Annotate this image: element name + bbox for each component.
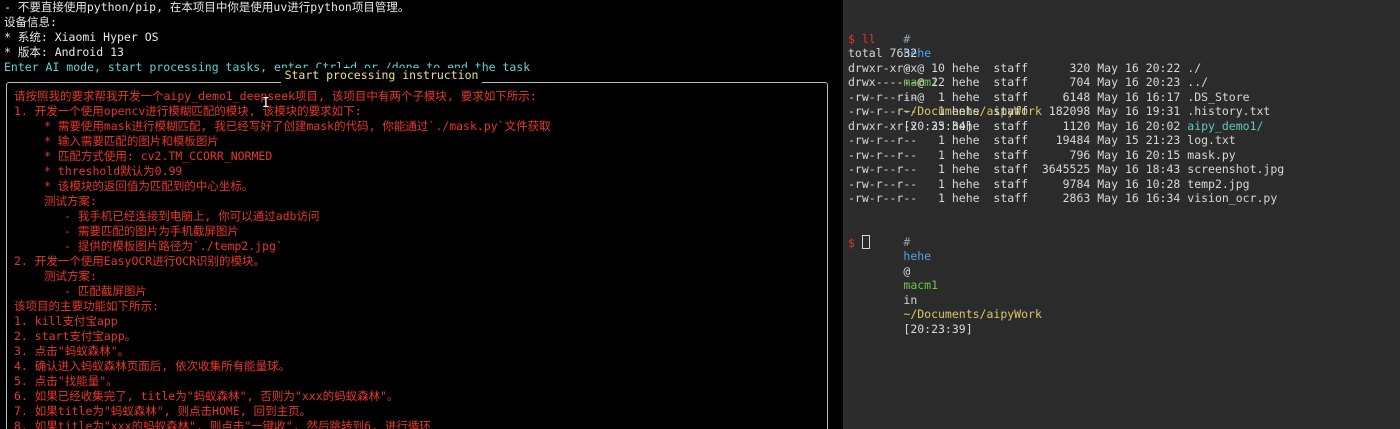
file-name: ./ — [1187, 60, 1202, 75]
file-meta: -rw-r--r-- 1 hehe staff 9784 May 16 10:2… — [848, 176, 1188, 191]
file-listing-row: -rw-r--r--@ 1 hehe staff 6148 May 16 16:… — [848, 90, 1284, 105]
file-name: screenshot.jpg — [1187, 162, 1285, 176]
file-listing: drwxr-xr-x@ 10 hehe staff 320 May 16 20:… — [848, 61, 1284, 206]
instruction-line: * 需要使用mask进行模糊匹配, 我已经写好了创建mask的代码, 你能通过`… — [44, 119, 551, 133]
header-line: 设备信息: — [4, 15, 57, 29]
file-meta: -rw-r--r--@ 1 hehe staff 6148 May 16 16:… — [848, 89, 1188, 104]
instruction-panel-title-wrap: Start processing instruction — [0, 68, 843, 83]
file-meta: -rw-r--r-- 1 hehe staff 796 May 16 20:15 — [848, 147, 1188, 162]
file-meta: drwx------@ 22 hehe staff 704 May 16 20:… — [848, 75, 1188, 89]
file-listing-row: -rw-r--r-- 1 hehe staff 3645525 May 16 1… — [848, 162, 1284, 177]
file-name: mask.py — [1187, 147, 1236, 162]
instruction-line: 2. start支付宝app。 — [14, 329, 137, 343]
file-listing-row: drwx------@ 22 hehe staff 704 May 16 20:… — [848, 75, 1284, 90]
instruction-line: 8. 如果title为"xxx的蚂蚁森林", 则点击"一键收", 然后跳转到6,… — [14, 419, 431, 429]
instruction-line: 5. 点击"找能量"。 — [14, 374, 118, 388]
terminal-block-cursor-icon — [861, 234, 870, 249]
file-listing-row: drwxr-xr-x@ 10 hehe staff 320 May 16 20:… — [848, 61, 1284, 76]
command-line: $ ll — [848, 32, 1284, 47]
file-meta: -rw-r--r-- 1 hehe staff 19484 May 15 21:… — [848, 133, 1188, 147]
header-line: * 系统: Xiaomi Hyper OS — [4, 30, 159, 44]
instruction-line: 测试方案: — [44, 194, 97, 208]
instruction-line: * threshold默认为0.99 — [44, 164, 183, 178]
instruction-panel-title: Start processing instruction — [280, 68, 483, 83]
input-line[interactable]: $ — [848, 234, 1284, 250]
file-listing-row: -rw-r--r-- 1 hehe staff 9784 May 16 10:2… — [848, 177, 1284, 192]
prompt-in: in — [903, 292, 918, 307]
screen: - 不要直接使用python/pip, 在本项目中你是使用uv进行python项… — [0, 0, 1400, 429]
instruction-line: 该项目的主要功能如下所示: — [14, 299, 159, 313]
instruction-line: - 提供的模板图片路径为`./temp2.jpg` — [64, 239, 283, 253]
instruction-line: 1. 开发一个使用opencv进行模糊匹配的模块, 该模块的要求如下: — [14, 104, 362, 118]
file-meta: drwxr-xr-x 35 hehe staff 1120 May 16 20:… — [848, 118, 1188, 133]
prompt-user: hehe — [903, 249, 932, 263]
header-lines: - 不要直接使用python/pip, 在本项目中你是使用uv进行python项… — [0, 0, 843, 60]
prompt-hash: # — [903, 31, 911, 46]
instruction-line: - 我手机已经连接到电脑上, 你可以通过adb访问 — [64, 209, 320, 223]
header-line: * 版本: Android 13 — [4, 45, 124, 59]
instruction-line: 2. 开发一个使用EasyOCR进行OCR识别的模块。 — [14, 254, 266, 268]
file-name: .DS_Store — [1187, 89, 1250, 104]
instruction-line: 测试方案: — [44, 269, 97, 283]
file-meta: drwxr-xr-x@ 10 hehe staff 320 May 16 20:… — [848, 60, 1188, 75]
file-name: log.txt — [1187, 133, 1236, 147]
file-listing-row: drwxr-xr-x 35 hehe staff 1120 May 16 20:… — [848, 119, 1284, 134]
file-listing-row: -rw-r--r-- 1 hehe staff 796 May 16 20:15… — [848, 148, 1284, 163]
file-listing-row: -rw-r--r-- 1 hehe staff 19484 May 15 21:… — [848, 133, 1284, 148]
file-meta: -rw-r--r-- 1 hehe staff 3645525 May 16 1… — [848, 162, 1188, 176]
right-terminal-pane[interactable]: # hehe @ macm1 in ~/Documents/aipyWork [… — [846, 0, 1400, 429]
right-terminal-output: # hehe @ macm1 in ~/Documents/aipyWork [… — [846, 17, 1284, 336]
instruction-line: 3. 点击"蚂蚁森林"。 — [14, 344, 130, 358]
instruction-panel-body: 请按照我的要求帮我开发一个aipy_demo1_deepseek项目, 该项目中… — [14, 89, 824, 429]
file-name: .history.txt — [1187, 104, 1271, 118]
text-cursor-ibeam-icon: I — [262, 96, 270, 111]
file-name: temp2.jpg — [1187, 176, 1250, 191]
file-listing-row: -rw-r--r-- 1 hehe staff 2863 May 16 16:3… — [848, 191, 1284, 206]
instruction-line: * 输入需要匹配的图片和模板图片 — [44, 134, 219, 148]
file-name: vision_ocr.py — [1187, 191, 1278, 205]
instruction-line: 请按照我的要求帮我开发一个aipy_demo1_deepseek项目, 该项目中… — [14, 89, 537, 103]
instruction-line: 1. kill支付宝app — [14, 314, 118, 328]
prompt-at: @ — [903, 263, 911, 278]
instruction-line: * 该模块的返回值为匹配到的中心坐标。 — [44, 179, 254, 193]
instruction-line: 4. 确认进入蚂蚁森林页面后, 依次收集所有能量球。 — [14, 359, 291, 373]
instruction-line: 7. 如果title为"蚂蚁森林", 则点击HOME, 回到主页。 — [14, 404, 312, 418]
prompt-line-1: # hehe @ macm1 in ~/Documents/aipyWork [… — [848, 17, 1284, 133]
prompt-path: ~/Documents/aipyWork — [903, 307, 1042, 321]
instruction-line: * 匹配方式使用: cv2.TM_CCORR_NORMED — [44, 149, 273, 163]
total-line: total 7632 — [848, 46, 918, 60]
instruction-line: - 匹配截屏图片 — [64, 284, 147, 298]
file-name: ../ — [1187, 75, 1209, 89]
instruction-line: 6. 如果已经收集完了, title为"蚂蚁森林", 否则为"xxx的蚂蚁森林"… — [14, 389, 399, 403]
prompt-host: macm1 — [903, 278, 939, 292]
instruction-line: - 需要匹配的图片为手机截屏图片 — [64, 224, 239, 238]
header-line: - 不要直接使用python/pip, 在本项目中你是使用uv进行python项… — [4, 0, 410, 14]
file-listing-row: -rw-r--r-- 1 hehe staff 182098 May 16 19… — [848, 104, 1284, 119]
file-meta: -rw-r--r-- 1 hehe staff 182098 May 16 19… — [848, 104, 1188, 118]
file-meta: -rw-r--r-- 1 hehe staff 2863 May 16 16:3… — [848, 191, 1188, 205]
final-prompt-dollar: $ — [848, 235, 855, 250]
left-terminal-pane[interactable]: - 不要直接使用python/pip, 在本项目中你是使用uv进行python项… — [0, 0, 843, 429]
command-text: $ ll — [848, 31, 876, 46]
prompt-line-2: # hehe @ macm1 in ~/Documents/aipyWork [… — [848, 220, 1284, 336]
file-name: aipy_demo1/ — [1187, 118, 1264, 133]
prompt-time: [20:23:39] — [903, 321, 973, 336]
prompt-hash: # — [903, 234, 911, 249]
